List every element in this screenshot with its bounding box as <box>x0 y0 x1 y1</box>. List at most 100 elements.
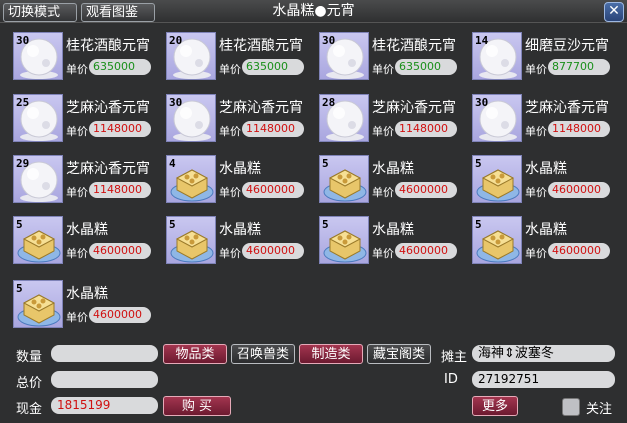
unit-price-label: 单价 <box>372 186 394 199</box>
unit-price-value: 635000 <box>89 59 151 75</box>
item-slot[interactable]: 5 水晶糕单价 4600000 <box>13 280 163 336</box>
item-slot[interactable]: 25 芝麻沁香元宵 单价 1148000 <box>13 94 163 150</box>
unit-price-value: 4600000 <box>548 182 610 198</box>
item-slot[interactable]: 30 芝麻沁香元宵 单价 1148000 <box>472 94 622 150</box>
snowball-icon[interactable]: 25 <box>13 94 63 142</box>
unit-price-label: 单价 <box>372 125 394 138</box>
unit-price-label: 单价 <box>525 63 547 76</box>
item-slot[interactable]: 14 细磨豆沙元宵 单价 877700 <box>472 32 622 88</box>
item-name: 水晶糕 <box>525 222 567 238</box>
crystal-cake-icon[interactable]: 5 <box>319 155 369 203</box>
item-quantity: 30 <box>475 96 489 109</box>
close-icon[interactable]: ✕ <box>604 2 624 22</box>
item-slot[interactable]: 5 水晶糕 单价 4600000 <box>472 155 622 211</box>
item-name: 芝麻沁香元宵 <box>525 100 609 116</box>
more-button[interactable]: 更多 <box>472 396 518 416</box>
item-name: 水晶糕 <box>372 222 414 238</box>
tab-crafting[interactable]: 制造类 <box>299 344 363 364</box>
total-price-label: 总价 <box>16 376 43 391</box>
item-slot[interactable]: 5 水晶糕 单价 4600000 <box>472 216 622 272</box>
item-slot[interactable]: 5 水晶糕 单价 4600000 <box>319 155 469 211</box>
item-quantity: 29 <box>16 157 30 170</box>
view-gallery-button[interactable]: 观看图鉴 <box>81 3 155 22</box>
crystal-cake-icon[interactable]: 5 <box>13 280 63 328</box>
snowball-icon[interactable]: 28 <box>319 94 369 142</box>
item-quantity: 5 <box>322 218 329 231</box>
switch-mode-button[interactable]: 切换模式 <box>3 3 77 22</box>
buy-button[interactable]: 购 买 <box>163 396 231 416</box>
item-slot[interactable]: 5 水晶糕 单价 4600000 <box>13 216 163 272</box>
item-slot[interactable]: 30 芝麻沁香元宵 单价 1148000 <box>166 94 316 150</box>
crystal-cake-icon[interactable]: 5 <box>13 216 63 264</box>
follow-checkbox[interactable] <box>562 398 580 416</box>
item-slot[interactable]: 29 芝麻沁香元宵 单价 1148000 <box>13 155 163 211</box>
unit-price-value: 4600000 <box>395 243 457 259</box>
item-name: 芝麻沁香元宵 <box>66 100 150 116</box>
item-slot[interactable]: 5 水晶糕单价 4600000 <box>319 216 469 272</box>
unit-price-value: 4600000 <box>89 243 151 259</box>
crystal-cake-icon[interactable]: 5 <box>472 216 522 264</box>
title-bar: 水晶糕●元宵 切换模式 观看图鉴 ✕ <box>0 0 627 23</box>
unit-price-value: 877700 <box>548 59 610 75</box>
snowball-icon[interactable]: 20 <box>166 32 216 80</box>
item-quantity: 5 <box>169 218 176 231</box>
item-name: 水晶糕 <box>66 222 108 238</box>
unit-price-value: 4600000 <box>89 307 151 323</box>
snowball-icon[interactable]: 30 <box>13 32 63 80</box>
unit-price-label: 单价 <box>219 186 241 199</box>
unit-price-value: 1148000 <box>395 121 457 137</box>
tab-summon-beasts[interactable]: 召唤兽类 <box>231 344 295 364</box>
unit-price-value: 1148000 <box>548 121 610 137</box>
item-name: 芝麻沁香元宵 <box>219 100 303 116</box>
item-name: 水晶糕 <box>66 286 108 302</box>
crystal-cake-icon[interactable]: 5 <box>472 155 522 203</box>
crystal-cake-icon[interactable]: 5 <box>319 216 369 264</box>
item-name: 水晶糕 <box>219 222 261 238</box>
item-slot[interactable]: 5 水晶糕单价 4600000 <box>166 216 316 272</box>
id-field: 27192751 <box>472 371 615 388</box>
item-quantity: 30 <box>169 96 183 109</box>
item-slot[interactable]: 30 桂花酒酿元宵 单价 635000 <box>13 32 163 88</box>
unit-price-value: 4600000 <box>242 243 304 259</box>
item-slot[interactable]: 30 桂花酒酿元宵 单价 635000 <box>319 32 469 88</box>
item-quantity: 20 <box>169 34 183 47</box>
item-name: 桂花酒酿元宵 <box>219 38 303 54</box>
snowball-icon[interactable]: 14 <box>472 32 522 80</box>
item-quantity: 4 <box>169 157 176 170</box>
item-quantity: 5 <box>16 282 23 295</box>
unit-price-value: 1148000 <box>89 182 151 198</box>
crystal-cake-icon[interactable]: 5 <box>166 216 216 264</box>
snowball-icon[interactable]: 30 <box>472 94 522 142</box>
item-quantity: 5 <box>475 157 482 170</box>
item-name: 水晶糕 <box>219 161 261 177</box>
item-slot[interactable]: 4 水晶糕单价 4600000 <box>166 155 316 211</box>
item-name: 桂花酒酿元宵 <box>66 38 150 54</box>
unit-price-label: 单价 <box>525 125 547 138</box>
tab-treasure-pavilion[interactable]: 藏宝阁类 <box>367 344 431 364</box>
tab-items[interactable]: 物品类 <box>163 344 227 364</box>
unit-price-value: 635000 <box>242 59 304 75</box>
item-slot[interactable]: 20 桂花酒酿元宵 单价 635000 <box>166 32 316 88</box>
item-quantity: 5 <box>475 218 482 231</box>
unit-price-value: 4600000 <box>242 182 304 198</box>
quantity-input[interactable] <box>51 345 158 362</box>
item-quantity: 5 <box>322 157 329 170</box>
unit-price-label: 单价 <box>372 247 394 260</box>
snowball-icon[interactable]: 30 <box>166 94 216 142</box>
unit-price-label: 单价 <box>66 311 88 324</box>
item-slot[interactable]: 28 芝麻沁香元宵 单价 1148000 <box>319 94 469 150</box>
item-quantity: 28 <box>322 96 336 109</box>
unit-price-label: 单价 <box>525 186 547 199</box>
unit-price-label: 单价 <box>372 63 394 76</box>
item-name: 芝麻沁香元宵 <box>66 161 150 177</box>
snowball-icon[interactable]: 30 <box>319 32 369 80</box>
unit-price-label: 单价 <box>219 247 241 260</box>
snowball-icon[interactable]: 29 <box>13 155 63 203</box>
item-name: 细磨豆沙元宵 <box>525 38 609 54</box>
owner-field: 海神⇕波塞冬 <box>472 345 615 362</box>
item-quantity: 14 <box>475 34 489 47</box>
crystal-cake-icon[interactable]: 4 <box>166 155 216 203</box>
item-name: 芝麻沁香元宵 <box>372 100 456 116</box>
item-name: 桂花酒酿元宵 <box>372 38 456 54</box>
unit-price-label: 单价 <box>525 247 547 260</box>
